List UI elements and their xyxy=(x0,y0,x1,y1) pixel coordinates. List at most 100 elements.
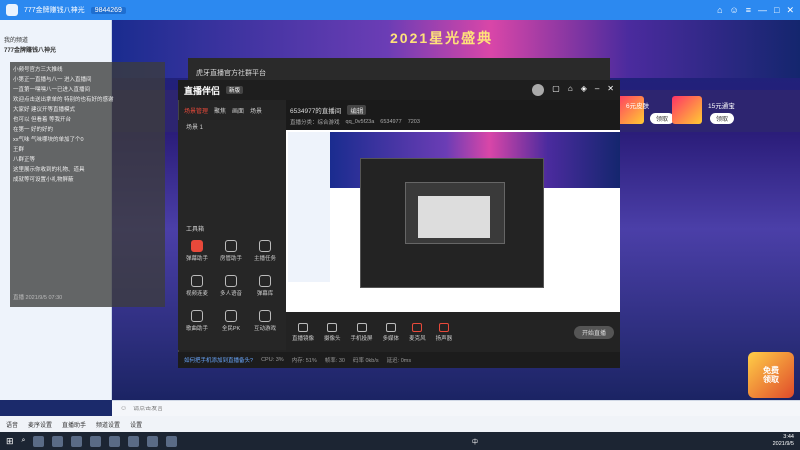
room-info: 直播分类：综合游戏 qq_0v5f23a 6534977 7203 xyxy=(286,115,620,129)
chat-line: 王群 xyxy=(13,147,25,153)
chat-input-bar: ☺ xyxy=(112,400,800,416)
gift-icon xyxy=(672,96,702,124)
os-taskbar: ⊞ ⌕ 中 3:44 2021/9/5 xyxy=(0,432,800,450)
user-icon[interactable]: ☺ xyxy=(730,5,739,15)
tool-tasks[interactable]: 主播任务 xyxy=(250,240,280,266)
chat-line: 也可以 但看着 等我开台 xyxy=(13,117,72,123)
channel-item[interactable]: 777金牌赚钱八神光 xyxy=(0,44,111,54)
tool-pk[interactable]: 全民PK xyxy=(216,310,246,336)
source-media[interactable]: 多媒体 xyxy=(382,322,400,342)
scene-item[interactable]: 场景 1 xyxy=(186,122,203,131)
tool-songs[interactable]: 歌曲助手 xyxy=(182,310,212,336)
tool-label: 多人语音 xyxy=(219,291,242,297)
room-title: 6534977的直播间 xyxy=(290,108,342,115)
close-button[interactable]: ✕ xyxy=(786,5,794,16)
toolbar-channel-settings[interactable]: 频道设置 xyxy=(96,420,120,429)
taskbar-app-icon[interactable] xyxy=(71,435,83,447)
tool-voice[interactable]: 多人语音 xyxy=(216,275,246,301)
tool-danmu[interactable]: 弹幕助手 xyxy=(182,240,212,266)
tool-room-admin[interactable]: 房管助手 xyxy=(216,240,246,266)
source-phone[interactable]: 手机投屏 xyxy=(350,322,373,342)
menu-icon[interactable]: ≡ xyxy=(746,5,751,15)
gift-claim-button-2[interactable]: 领取 xyxy=(710,113,735,124)
source-speaker[interactable]: 扬声器 xyxy=(435,322,453,342)
chat-line: 大家好 建议开等直播模式 xyxy=(13,107,76,113)
chat-input[interactable] xyxy=(133,405,792,412)
lock-icon[interactable]: ⌂ xyxy=(568,84,573,96)
promo-text: 免费 xyxy=(763,366,779,375)
game-icon xyxy=(259,310,271,322)
speaker-icon xyxy=(438,322,449,332)
toolbar-live-helper[interactable]: 直播助手 xyxy=(62,420,86,429)
minimize-button[interactable]: — xyxy=(758,5,767,15)
tool-label: 弹幕助手 xyxy=(185,256,208,262)
cpu-stat: CPU: 3% xyxy=(261,357,284,363)
home-icon[interactable]: ⌂ xyxy=(717,5,722,15)
viewer-count: 7203 xyxy=(407,119,420,125)
tab-canvas[interactable]: 画面 xyxy=(232,106,244,115)
voice-icon xyxy=(225,275,237,287)
taskbar-app-icon[interactable] xyxy=(147,435,159,447)
room-category: 直播分类：综合游戏 xyxy=(290,120,340,126)
edit-room-button[interactable]: 编辑 xyxy=(347,105,367,115)
tab-focus[interactable]: 聚焦 xyxy=(214,106,226,115)
source-label: 多媒体 xyxy=(382,335,400,342)
bg-window-title: 虎牙直播官方社群平台 xyxy=(196,70,266,77)
mirror-icon xyxy=(298,322,308,332)
minimize-icon[interactable]: – xyxy=(595,84,599,96)
version-badge: 新版 xyxy=(226,86,244,94)
taskbar-app-icon[interactable] xyxy=(52,435,64,447)
chat-line: 小第正一直播与八一 进入直播间 xyxy=(13,77,92,83)
emoji-icon[interactable]: ☺ xyxy=(120,405,127,412)
source-label: 扬声器 xyxy=(435,335,453,342)
microphone-icon xyxy=(412,322,423,332)
ime-indicator[interactable]: 中 xyxy=(472,437,478,446)
bitrate-stat: 码率 0kb/s xyxy=(352,358,379,364)
video-icon xyxy=(191,275,203,287)
tab-scenes[interactable]: 场景 xyxy=(250,106,262,115)
taskbar-app-icon[interactable] xyxy=(33,435,45,447)
toolbar-settings[interactable]: 设置 xyxy=(130,420,142,429)
help-link[interactable]: 如何把手机添加到直播备头? xyxy=(184,356,253,364)
tool-label: 视频连麦 xyxy=(185,291,208,297)
start-icon[interactable]: ⊞ xyxy=(6,436,14,447)
status-bar: 如何把手机添加到直播备头? CPU: 3% 内存: 51% 帧率: 30 码率 … xyxy=(178,352,620,368)
chat-line: 成就等可设置小礼物屏蔽 xyxy=(13,177,74,183)
source-mic[interactable]: 麦克风 xyxy=(409,322,426,342)
tool-games[interactable]: 互动游戏 xyxy=(250,310,280,336)
close-icon[interactable]: ✕ xyxy=(607,84,614,96)
window-title: 777金牌赚钱八神光 xyxy=(24,7,85,14)
source-label: 直播镜像 xyxy=(292,335,315,342)
fps-stat: 帧率: 30 xyxy=(324,358,345,364)
tool-label: 歌曲助手 xyxy=(185,326,208,332)
taskbar-app-icon[interactable] xyxy=(109,435,121,447)
tab-scene[interactable]: 场景管理 xyxy=(184,106,208,115)
pk-icon xyxy=(225,310,237,322)
maximize-button[interactable]: □ xyxy=(774,5,779,15)
gift-claim-button-1[interactable]: 领取 xyxy=(650,113,675,124)
toolbar-mic-order[interactable]: 麦序设置 xyxy=(28,420,52,429)
gift-icon[interactable]: ◈ xyxy=(581,84,587,96)
taskbar-app-icon[interactable] xyxy=(166,435,178,447)
promo-badge[interactable]: 免费 领取 xyxy=(748,352,794,398)
gift-item-2: 15元通宝 xyxy=(708,103,735,110)
anchor-window-titlebar: 直播伴侣 新版 ▢ ⌂ ◈ – ✕ xyxy=(178,80,620,100)
tool-danmu-lib[interactable]: 弹幕库 xyxy=(250,275,280,301)
search-icon[interactable]: ⌕ xyxy=(22,437,26,445)
chat-footer: 直播 2021/9/5 07:30 xyxy=(13,295,63,301)
tool-label: 主播任务 xyxy=(253,256,276,262)
taskbar-app-icon[interactable] xyxy=(90,435,102,447)
delay-stat: 延迟: 0ms xyxy=(386,358,412,364)
clock[interactable]: 3:44 2021/9/5 xyxy=(773,434,794,448)
source-camera[interactable]: 摄像头 xyxy=(324,322,341,342)
admin-icon xyxy=(225,240,237,252)
start-live-button[interactable]: 开始直播 xyxy=(573,325,614,339)
source-label: 手机投屏 xyxy=(350,335,373,342)
avatar[interactable] xyxy=(532,84,545,96)
tool-label: 全民PK xyxy=(221,326,241,332)
chat-icon[interactable]: ▢ xyxy=(552,84,560,96)
tool-video-link[interactable]: 视频连麦 xyxy=(182,275,212,301)
toolbar-voice[interactable]: 语音 xyxy=(6,420,18,429)
source-mirror[interactable]: 直播镜像 xyxy=(292,322,315,342)
taskbar-app-icon[interactable] xyxy=(128,435,140,447)
